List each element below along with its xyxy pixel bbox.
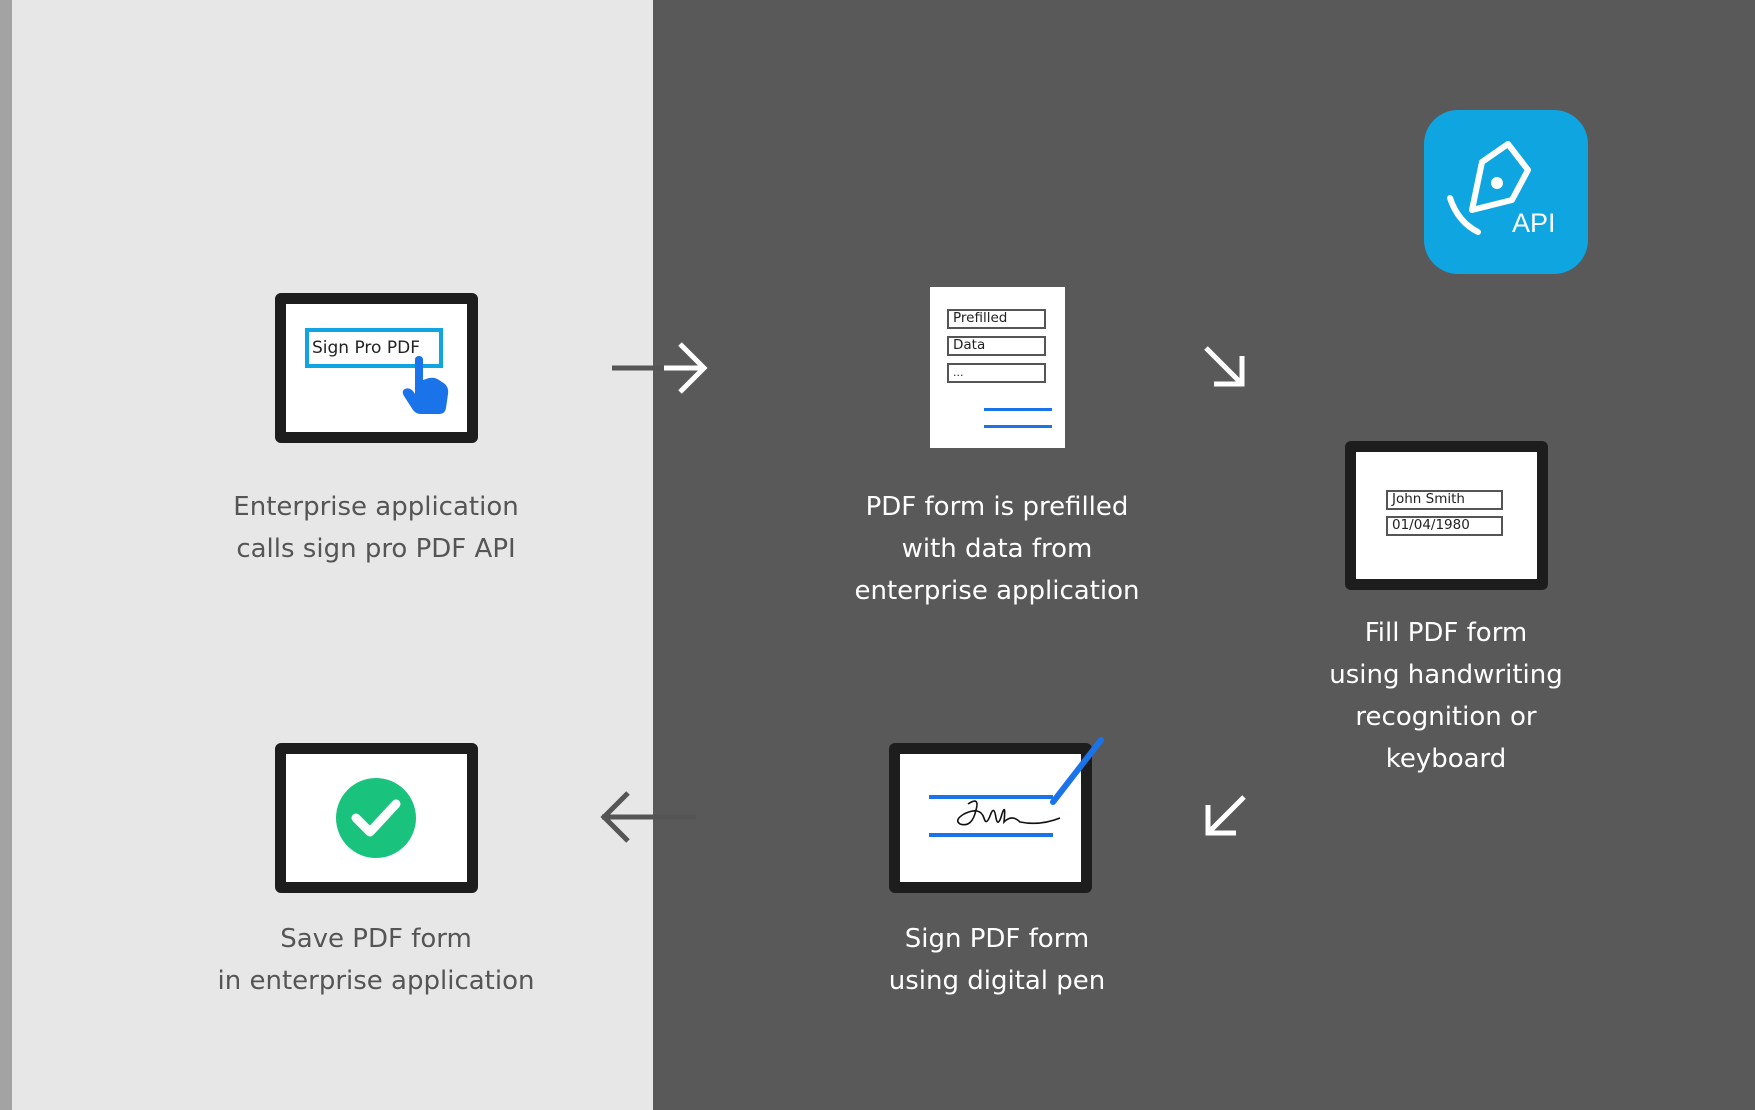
tablet-signature-icon bbox=[889, 737, 1104, 893]
left-edge-strip bbox=[0, 0, 12, 1110]
step-4-caption-line: Sign PDF form bbox=[904, 924, 1090, 954]
arrow-down-right-icon bbox=[1204, 346, 1245, 387]
step-2-caption: PDF form is prefilled with data from ent… bbox=[797, 486, 1197, 612]
tablet-checkmark-icon bbox=[275, 743, 478, 893]
step-3-caption-line: using handwriting bbox=[1329, 660, 1563, 690]
step-1-caption: Enterprise application calls sign pro PD… bbox=[176, 486, 576, 570]
data-field: Data bbox=[947, 336, 1046, 356]
step-1-caption-line: calls sign pro PDF API bbox=[236, 534, 516, 564]
checkmark-circle-icon bbox=[336, 778, 416, 858]
arrow-right-icon bbox=[612, 342, 708, 394]
signature-line bbox=[984, 425, 1052, 428]
tablet-form-icon: John Smith 01/04/1980 bbox=[1345, 441, 1548, 590]
document-icon: Prefilled Data ... bbox=[930, 287, 1065, 448]
step-1-caption-line: Enterprise application bbox=[233, 492, 519, 522]
signature-line bbox=[984, 408, 1052, 411]
api-badge: API bbox=[1424, 110, 1588, 274]
name-field: John Smith bbox=[1386, 490, 1503, 510]
prefilled-field: Prefilled bbox=[947, 309, 1046, 329]
ellipsis-field: ... bbox=[947, 363, 1046, 383]
arrow-left-icon bbox=[600, 791, 696, 843]
step-4-caption-line: using digital pen bbox=[888, 966, 1106, 996]
step-5-caption-line: Save PDF form bbox=[280, 924, 472, 954]
step-5-caption-line: in enterprise application bbox=[217, 966, 535, 996]
api-badge-label: API bbox=[1512, 208, 1556, 238]
step-2-caption-line: enterprise application bbox=[854, 576, 1140, 606]
step-3-caption-line: recognition or bbox=[1355, 702, 1537, 732]
digital-pen-icon bbox=[1050, 737, 1104, 805]
step-3-caption: Fill PDF form using handwriting recognit… bbox=[1246, 612, 1646, 780]
step-3-caption-line: keyboard bbox=[1385, 744, 1507, 774]
step-3-caption-line: Fill PDF form bbox=[1364, 618, 1528, 648]
sign-pro-pdf-label: Sign Pro PDF bbox=[312, 338, 420, 358]
step-4-caption: Sign PDF form using digital pen bbox=[797, 918, 1197, 1002]
date-field: 01/04/1980 bbox=[1386, 516, 1503, 536]
pen-nib-icon bbox=[1447, 141, 1531, 235]
step-5-caption: Save PDF form in enterprise application bbox=[176, 918, 576, 1002]
tablet-tap-icon: Sign Pro PDF bbox=[275, 293, 478, 443]
step-2-caption-line: with data from bbox=[901, 534, 1093, 564]
step-2-caption-line: PDF form is prefilled bbox=[865, 492, 1129, 522]
hand-pointer-icon bbox=[402, 356, 449, 414]
arrow-down-left-icon bbox=[1205, 795, 1246, 836]
